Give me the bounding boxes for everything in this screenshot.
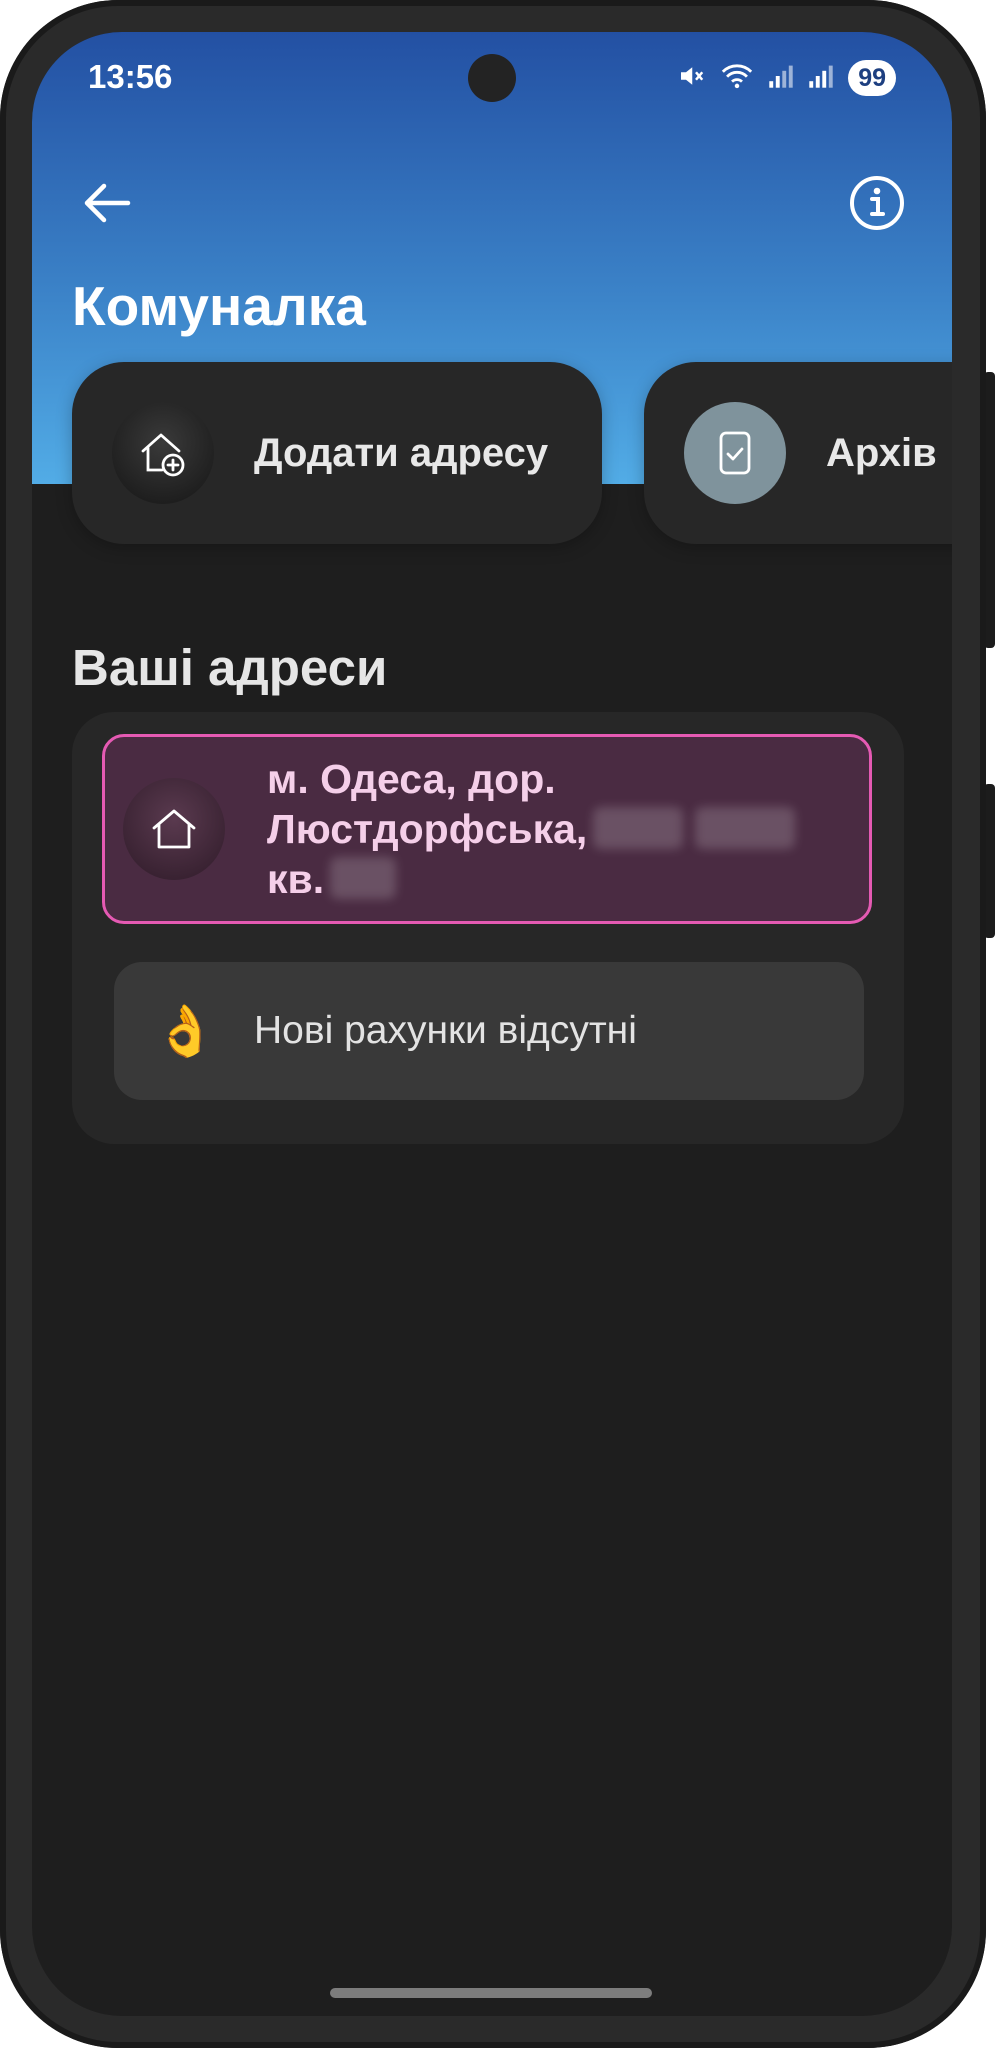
add-address-label: Додати адресу [254, 430, 549, 475]
status-time: 13:56 [88, 58, 173, 95]
home-indicator[interactable] [330, 1988, 652, 1998]
address-card[interactable]: м. Одеса, дор. Люстдорфська, кв. [102, 734, 872, 924]
info-icon [850, 176, 904, 230]
house-icon [123, 778, 225, 880]
front-camera [468, 54, 516, 102]
arrow-left-icon [84, 183, 131, 223]
phone-frame: 13:56 99 Комуналка Додати адресу Архів В… [0, 0, 986, 2048]
address-line-1: м. Одеса, дор. [267, 756, 556, 802]
address-line-3: кв. [267, 856, 325, 902]
archive-button[interactable]: Архів [644, 362, 952, 544]
status-bar: 13:56 99 [32, 32, 952, 128]
house-plus-icon [112, 402, 214, 504]
add-address-button[interactable]: Додати адресу [72, 362, 602, 544]
mute-icon [676, 61, 706, 96]
addresses-section-title: Ваші адреси [72, 639, 388, 696]
battery-indicator: 99 [848, 60, 896, 96]
address-line-2: Люстдорфська, [267, 806, 588, 852]
addresses-list: м. Одеса, дор. Люстдорфська, кв. 👌 Нові … [72, 712, 904, 1144]
bills-status: 👌 Нові рахунки відсутні [114, 962, 864, 1100]
bills-status-text: Нові рахунки відсутні [254, 1009, 637, 1052]
address-line-3-wrap: кв. [267, 854, 827, 904]
page-title: Комуналка [72, 275, 366, 337]
screen: 13:56 99 Комуналка Додати адресу Архів В… [32, 32, 952, 2016]
redacted-house-number [593, 807, 684, 849]
info-button[interactable] [842, 168, 912, 238]
signal-icon-1 [768, 62, 794, 95]
back-button[interactable] [72, 168, 142, 238]
address-text: м. Одеса, дор. Люстдорфська, кв. [267, 754, 827, 904]
ok-hand-icon: 👌 [154, 1002, 217, 1059]
redacted-apartment [330, 857, 397, 899]
checklist-icon [684, 402, 786, 504]
wifi-icon [720, 61, 754, 96]
archive-label: Архів [826, 430, 937, 475]
address-line-2-wrap: Люстдорфська, [267, 804, 827, 854]
signal-icon-2 [808, 62, 834, 95]
redacted-building [695, 807, 796, 849]
quick-actions: Додати адресу Архів [72, 362, 952, 544]
status-icons: 99 [676, 60, 896, 96]
